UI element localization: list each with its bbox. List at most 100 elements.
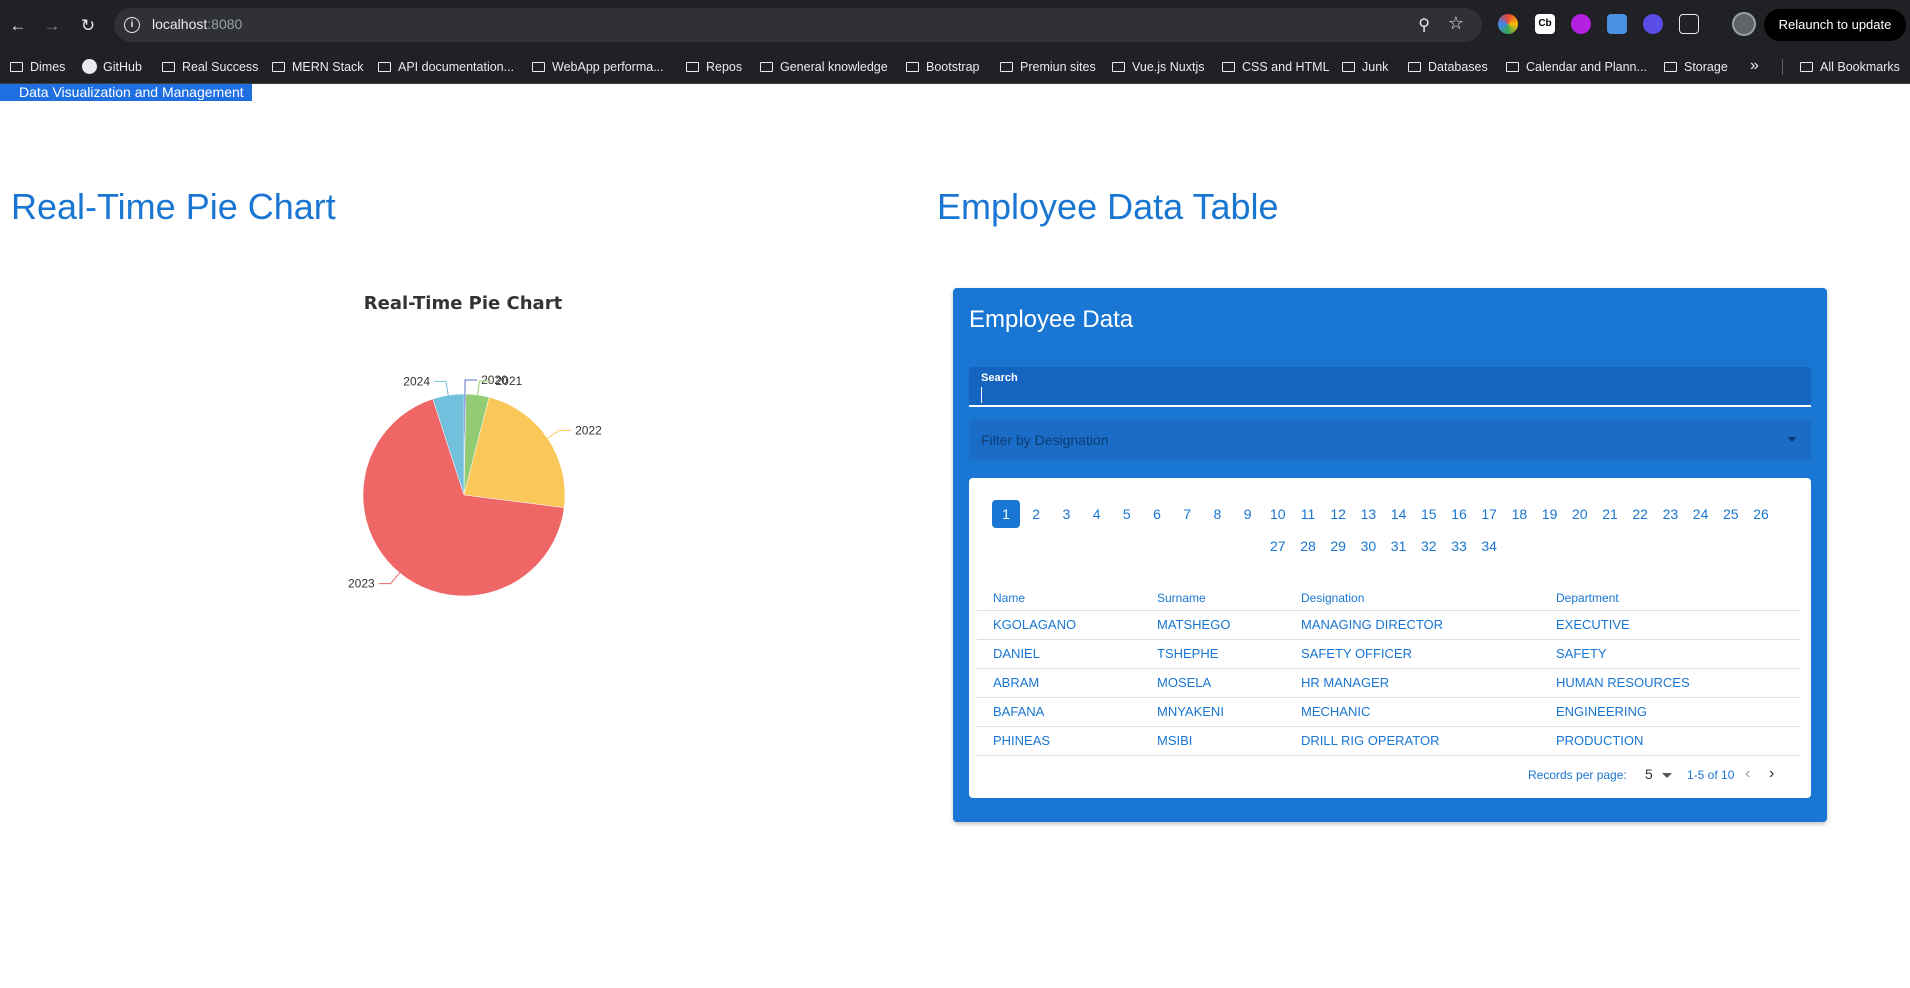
page-button-4[interactable]: 4 (1083, 500, 1111, 528)
page-button-24[interactable]: 24 (1687, 500, 1715, 528)
header-name[interactable]: Name (977, 586, 1141, 611)
relaunch-button[interactable]: Relaunch to update (1764, 9, 1906, 41)
more-bookmarks-icon[interactable]: » (1750, 57, 1759, 75)
table-row[interactable]: BAFANA MNYAKENI MECHANIC ENGINEERING (977, 697, 1800, 727)
page-button-10[interactable]: 10 (1264, 500, 1292, 528)
bookmark-label: General knowledge (780, 60, 888, 74)
bookmark-calendar[interactable]: Calendar and Plann... (1506, 57, 1647, 77)
color-picker-extension-icon[interactable] (1498, 14, 1518, 34)
page-button-16[interactable]: 16 (1445, 500, 1473, 528)
extensions-puzzle-icon[interactable] (1679, 14, 1699, 34)
bookmark-junk[interactable]: Junk (1342, 57, 1388, 77)
bookmark-real-success[interactable]: Real Success (162, 57, 258, 77)
bookmark-storage[interactable]: Storage (1664, 57, 1728, 77)
header-designation[interactable]: Designation (1285, 586, 1540, 611)
folder-icon (532, 62, 545, 72)
cell-designation: SAFETY OFFICER (1285, 639, 1540, 669)
header-surname[interactable]: Surname (1141, 586, 1285, 611)
table-row[interactable]: ABRAM MOSELA HR MANAGER HUMAN RESOURCES (977, 668, 1800, 698)
bookmark-github[interactable]: GitHub (82, 57, 142, 77)
bookmark-repos[interactable]: Repos (686, 57, 742, 77)
zoom-icon[interactable]: ⚲ (1418, 15, 1430, 35)
bookmark-label: Calendar and Plann... (1526, 60, 1647, 74)
dropdown-arrow-icon[interactable] (1787, 437, 1797, 442)
table-row[interactable]: PHINEAS MSIBI DRILL RIG OPERATOR PRODUCT… (977, 726, 1800, 756)
page-button-23[interactable]: 23 (1656, 500, 1684, 528)
page-button-21[interactable]: 21 (1596, 500, 1624, 528)
page-button-2[interactable]: 2 (1022, 500, 1050, 528)
bookmark-vue-nuxt[interactable]: Vue.js Nuxtjs (1112, 57, 1204, 77)
reload-icon[interactable]: ↻ (74, 12, 102, 40)
filter-placeholder: Filter by Designation (981, 432, 1109, 448)
table-row[interactable]: DANIEL TSHEPHE SAFETY OFFICER SAFETY (977, 639, 1800, 669)
page-button-30[interactable]: 30 (1354, 532, 1382, 560)
back-icon[interactable]: ← (4, 12, 32, 40)
next-page-icon[interactable]: › (1769, 765, 1774, 783)
page-button-19[interactable]: 19 (1536, 500, 1564, 528)
page-button-22[interactable]: 22 (1626, 500, 1654, 528)
bookmark-label: GitHub (103, 60, 142, 74)
table-row[interactable]: KGOLAGANO MATSHEGO MANAGING DIRECTOR EXE… (977, 610, 1800, 640)
bookmark-label: Databases (1428, 60, 1488, 74)
search-input[interactable] (981, 387, 1801, 403)
bookmark-databases[interactable]: Databases (1408, 57, 1488, 77)
extension-icon-blue[interactable] (1607, 14, 1627, 34)
page-button-33[interactable]: 33 (1445, 532, 1473, 560)
site-info-icon[interactable]: i (124, 17, 140, 33)
extension-icon-gear[interactable] (1643, 14, 1663, 34)
search-field[interactable]: Search (969, 367, 1811, 407)
page-range-text: 1-5 of 10 (1687, 768, 1735, 782)
page-button-9[interactable]: 9 (1234, 500, 1262, 528)
bookmark-bootstrap[interactable]: Bootstrap (906, 57, 980, 77)
page-button-20[interactable]: 20 (1566, 500, 1594, 528)
bookmark-dimes[interactable]: Dimes (10, 57, 65, 77)
folder-icon (760, 62, 773, 72)
bookmark-general-knowledge[interactable]: General knowledge (760, 57, 888, 77)
page-button-3[interactable]: 3 (1052, 500, 1080, 528)
app-title-bar: Data Visualization and Management (0, 84, 252, 101)
all-bookmarks[interactable]: All Bookmarks (1800, 57, 1900, 77)
page-button-5[interactable]: 5 (1113, 500, 1141, 528)
designation-filter-select[interactable]: Filter by Designation (969, 420, 1811, 460)
page-button-18[interactable]: 18 (1505, 500, 1533, 528)
header-department[interactable]: Department (1540, 586, 1800, 611)
page-button-6[interactable]: 6 (1143, 500, 1171, 528)
page-button-32[interactable]: 32 (1415, 532, 1443, 560)
records-per-page-select[interactable]: 5 (1645, 766, 1653, 782)
page-button-17[interactable]: 17 (1475, 500, 1503, 528)
page-button-7[interactable]: 7 (1173, 500, 1201, 528)
page-button-31[interactable]: 31 (1385, 532, 1413, 560)
page-button-27[interactable]: 27 (1264, 532, 1292, 560)
bookmark-webapp-performance[interactable]: WebApp performa... (532, 57, 664, 77)
forward-icon[interactable]: → (38, 12, 66, 40)
cell-designation: DRILL RIG OPERATOR (1285, 726, 1540, 756)
page-button-1[interactable]: 1 (992, 500, 1020, 528)
bookmark-mern-stack[interactable]: MERN Stack (272, 57, 364, 77)
page-button-8[interactable]: 8 (1203, 500, 1231, 528)
cell-surname: TSHEPHE (1141, 639, 1285, 669)
records-per-page-arrow-icon[interactable] (1662, 773, 1672, 778)
url-text[interactable]: localhost:8080 (152, 16, 242, 32)
page-button-29[interactable]: 29 (1324, 532, 1352, 560)
folder-icon (1342, 62, 1355, 72)
bookmark-premiun-sites[interactable]: Premiun sites (1000, 57, 1096, 77)
page-button-28[interactable]: 28 (1294, 532, 1322, 560)
address-bar[interactable]: i localhost:8080 ⚲ ☆ (114, 8, 1482, 42)
cell-name: KGOLAGANO (977, 610, 1141, 640)
page-button-26[interactable]: 26 (1747, 500, 1775, 528)
bookmark-star-icon[interactable]: ☆ (1448, 13, 1464, 34)
page-button-25[interactable]: 25 (1717, 500, 1745, 528)
bookmark-api-documentation[interactable]: API documentation... (378, 57, 514, 77)
bookmarks-bar: Dimes GitHub Real Success MERN Stack API… (0, 49, 1910, 84)
prev-page-icon[interactable]: ‹ (1745, 765, 1750, 783)
bookmark-css-html[interactable]: CSS and HTML (1222, 57, 1330, 77)
profile-avatar[interactable] (1732, 12, 1756, 36)
page-button-14[interactable]: 14 (1385, 500, 1413, 528)
page-button-34[interactable]: 34 (1475, 532, 1503, 560)
page-button-13[interactable]: 13 (1354, 500, 1382, 528)
page-button-11[interactable]: 11 (1294, 500, 1322, 528)
page-button-12[interactable]: 12 (1324, 500, 1352, 528)
page-button-15[interactable]: 15 (1415, 500, 1443, 528)
cb-extension-icon[interactable]: Cb (1535, 14, 1555, 34)
extension-icon-purple[interactable] (1571, 14, 1591, 34)
